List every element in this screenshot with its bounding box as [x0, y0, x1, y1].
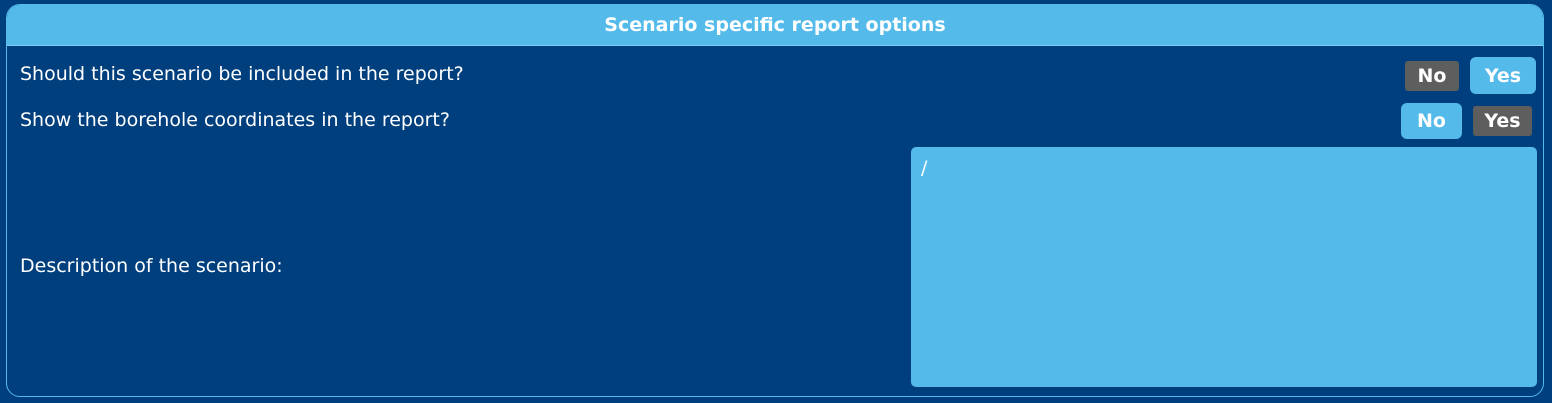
panel-title: Scenario specific report options — [7, 5, 1543, 46]
include-in-report-label: Should this scenario be included in the … — [20, 63, 464, 85]
include-in-report-yes-button[interactable]: Yes — [1470, 57, 1536, 94]
description-label: Description of the scenario: — [20, 255, 283, 277]
description-textarea[interactable]: / — [911, 147, 1537, 387]
include-in-report-no-button[interactable]: No — [1405, 61, 1459, 91]
show-coordinates-yes-button[interactable]: Yes — [1473, 106, 1532, 136]
show-coordinates-label: Show the borehole coordinates in the rep… — [20, 109, 450, 131]
report-options-panel: Scenario specific report options Should … — [6, 4, 1544, 397]
show-coordinates-no-button[interactable]: No — [1401, 103, 1462, 139]
